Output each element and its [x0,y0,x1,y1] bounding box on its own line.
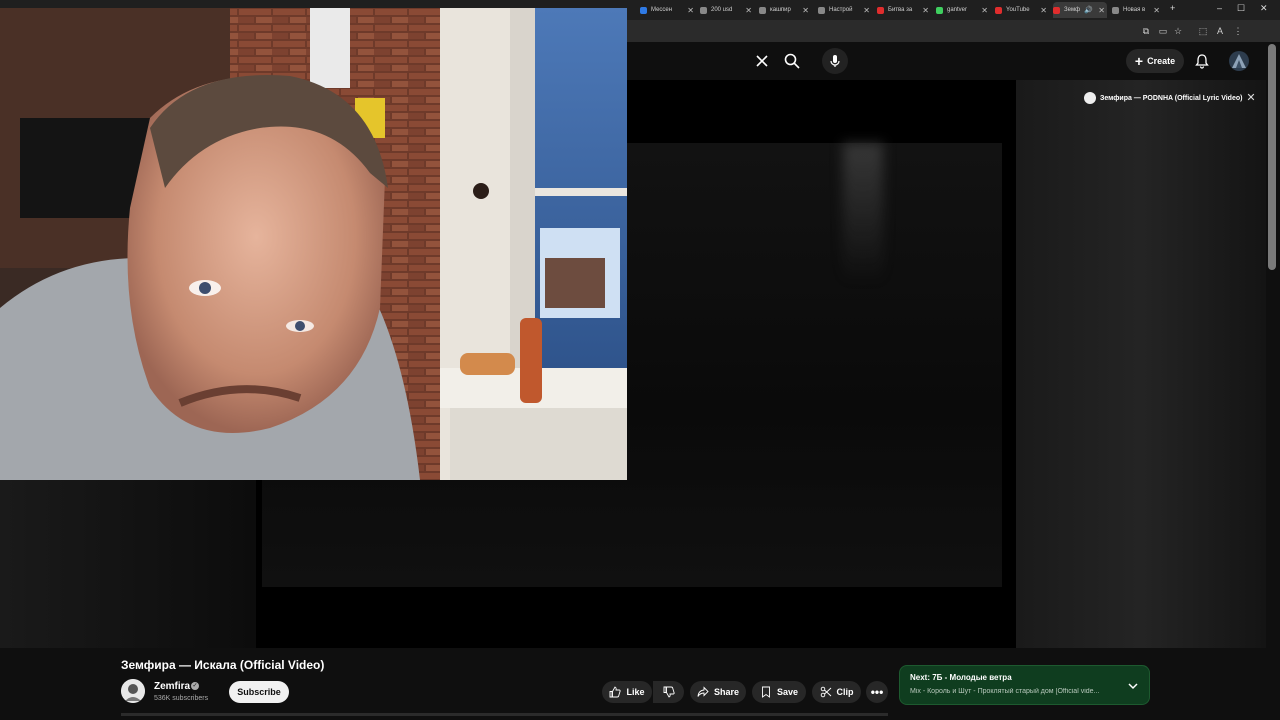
tab-favicon [877,6,884,14]
clip-button[interactable]: Clip [812,681,861,703]
share-icon [697,686,709,697]
save-label: Save [776,687,799,697]
video-title: Земфира — Искала (Official Video) [121,658,325,672]
browser-tab-active[interactable]: Земф 🔊 ✕ [1053,2,1107,18]
up-next-card[interactable] [899,665,1150,705]
browser-tab[interactable]: кашпир ✕ [759,2,811,18]
tab-label: Настрой [829,7,853,13]
clip-label: Clip [836,687,854,697]
more-actions-button[interactable]: ••• [866,681,888,703]
new-tab-icon[interactable]: + [1170,3,1175,13]
save-button[interactable]: Save [752,681,806,703]
close-icon[interactable]: ✕ [1153,6,1160,15]
tab-label: Мессен [651,7,673,13]
channel-avatar[interactable] [121,679,145,703]
create-button-label: Create [1147,56,1176,66]
cast-icon[interactable]: ▭ [1157,25,1169,37]
up-next-subtitle: Mix - Король и Шут - Проклятый старый до… [910,688,1100,695]
subscribe-button[interactable]: Subscribe [229,681,289,703]
maximize-icon[interactable]: ☐ [1237,3,1245,14]
miniplayer-title-text: Земфира — PODNHA (Official Lyric Video) [1100,94,1243,102]
verified-badge-icon: ✓ [191,682,199,690]
extensions-icon[interactable]: ⬚ [1197,25,1209,37]
browser-tab[interactable]: 200 usd ✕ [700,2,754,18]
share-label: Share [713,687,739,697]
page-scrollbar[interactable] [1268,44,1276,270]
search-icon[interactable] [780,49,804,73]
browser-tab[interactable]: Новая в ✕ [1112,2,1162,18]
audio-icon[interactable]: 🔊 [1084,6,1093,14]
plus-icon: + [1134,53,1144,69]
close-icon[interactable]: ✕ [1245,92,1257,104]
external-link-icon[interactable]: ⧉ [1140,25,1152,37]
secondary-panel [1016,80,1266,648]
miniplayer-title[interactable]: Земфира — PODNHA (Official Lyric Video) [1084,91,1242,105]
minimize-icon[interactable]: – [1217,3,1222,13]
player-left-area [0,480,256,648]
close-icon[interactable]: ✕ [1040,6,1047,15]
more-horizontal-icon: ••• [870,685,884,699]
notifications-bell-icon[interactable] [1190,49,1214,73]
browser-tab[interactable]: Битва за ✕ [877,2,931,18]
browser-tab[interactable]: YouTube ✕ [995,2,1049,18]
clear-search-icon[interactable] [750,49,774,73]
tab-label: gantver [947,7,968,13]
star-icon[interactable]: ☆ [1172,25,1184,37]
video-light-streak [843,143,883,283]
tab-favicon [700,6,707,14]
profile-icon[interactable]: A [1214,25,1226,37]
close-icon[interactable]: ✕ [802,6,809,15]
tab-label: 200 usd [711,7,733,13]
share-button[interactable]: Share [690,681,746,703]
browser-tab[interactable]: Настрой ✕ [818,2,872,18]
chevron-down-icon[interactable] [1126,679,1140,691]
channel-avatar-small [1084,92,1096,104]
menu-dots-icon[interactable]: ⋮ [1232,25,1244,37]
thumbs-up-icon [610,686,622,698]
tab-label: кашпир [770,7,791,13]
tab-label: Новая в [1123,7,1146,13]
microphone-icon[interactable] [822,48,848,74]
tab-favicon [1112,6,1119,14]
tab-label: YouTube [1006,7,1030,13]
thumbs-down-icon [663,686,675,698]
webcam-scene [0,8,627,480]
tab-favicon [936,6,943,14]
dislike-button[interactable] [653,681,684,703]
channel-name[interactable]: Zemfira [154,681,190,692]
bookmark-icon [762,686,770,698]
close-icon[interactable]: ✕ [863,6,870,15]
tab-label: Земф [1064,7,1081,13]
close-icon[interactable]: ✕ [981,6,988,15]
close-icon[interactable]: ✕ [745,6,752,15]
close-icon[interactable]: ✕ [922,6,929,15]
tab-label: Битва за [888,7,913,13]
close-icon[interactable]: ✕ [687,6,694,15]
scissors-icon [820,686,831,698]
browser-tab[interactable]: Мессен ✕ [640,2,696,18]
close-icon[interactable]: ✕ [1098,6,1105,15]
account-avatar[interactable] [1229,51,1249,71]
tab-favicon [759,6,766,14]
up-next-title: Next: 7Б - Молодые ветра [910,673,1012,682]
tab-favicon [818,6,825,14]
subscriber-count: 536K subscribers [154,695,209,702]
create-button[interactable]: + Create [1126,49,1184,73]
webcam-overlay [0,8,627,480]
description-divider [121,713,888,716]
tab-favicon [1053,6,1060,14]
like-button[interactable]: Like [602,681,652,703]
like-label: Like [626,687,645,697]
browser-tab[interactable]: gantver ✕ [936,2,990,18]
close-window-icon[interactable]: ✕ [1260,3,1268,14]
tab-favicon [640,6,647,14]
tab-favicon [995,6,1002,14]
